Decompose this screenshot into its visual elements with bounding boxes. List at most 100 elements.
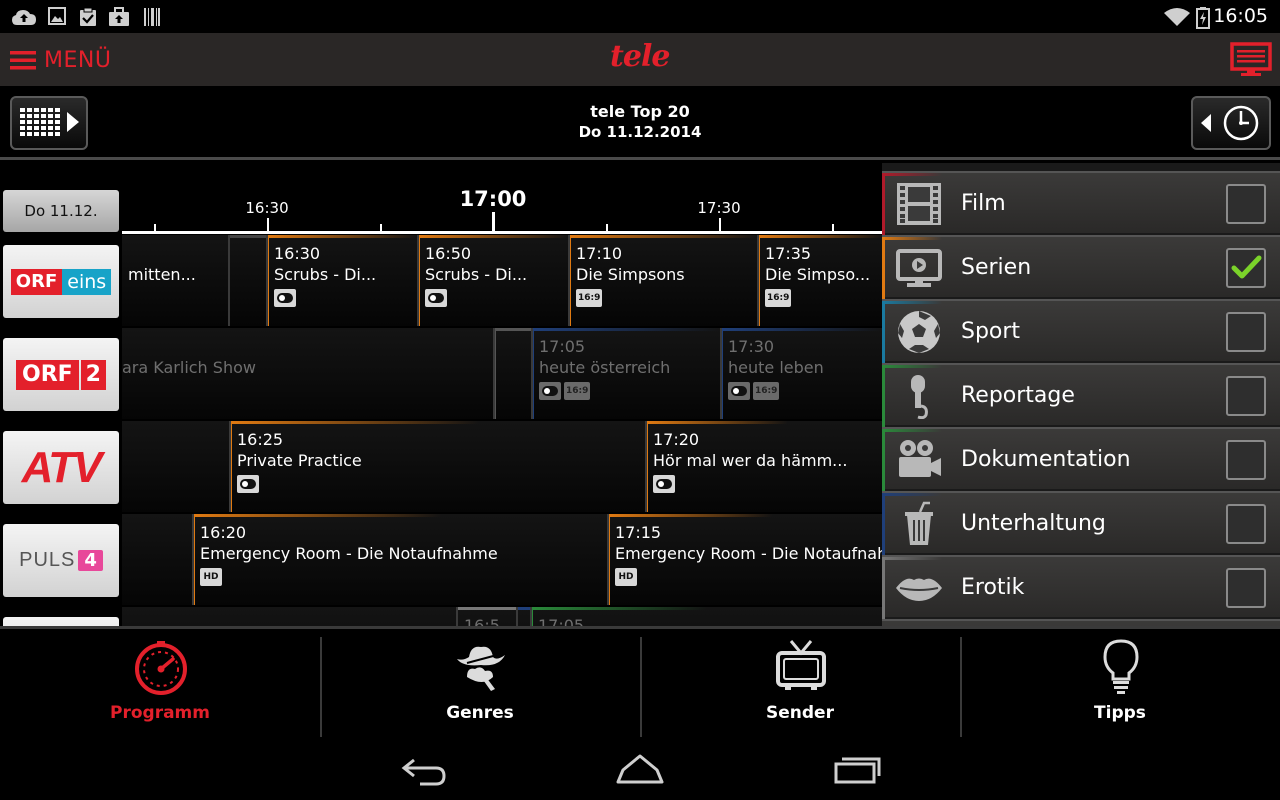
genre-checkbox[interactable] bbox=[1226, 440, 1266, 480]
program-cell[interactable] bbox=[493, 328, 531, 419]
program-accent bbox=[518, 607, 530, 610]
genre-item-reportage[interactable]: Reportage bbox=[882, 363, 1280, 427]
genre-item-erotik[interactable]: Erotik bbox=[882, 555, 1280, 619]
genre-label: Erotik bbox=[961, 575, 1025, 600]
genre-checkbox-checked[interactable] bbox=[1226, 248, 1266, 288]
app-logo: tele bbox=[610, 39, 670, 74]
program-cell[interactable] bbox=[228, 235, 266, 326]
channel-logo-orf-2[interactable]: ORF 2 bbox=[3, 338, 119, 411]
barcode-icon bbox=[144, 8, 160, 26]
program-cell[interactable] bbox=[516, 607, 530, 626]
program-time: 17:35 bbox=[765, 244, 812, 263]
program-cell[interactable]: 17:30 heute leben 16:9 bbox=[720, 328, 882, 419]
program-accent bbox=[268, 235, 417, 238]
program-cell[interactable]: 16:20 Emergency Room - Die Notaufnahme H… bbox=[192, 514, 607, 605]
page-title: tele Top 20 bbox=[590, 102, 690, 121]
program-accent bbox=[419, 235, 568, 238]
tab-programm[interactable]: Programm bbox=[0, 629, 320, 740]
vps-toggle-icon bbox=[539, 382, 561, 400]
timeline-label: 17:30 bbox=[697, 199, 741, 217]
channel-logo-atv[interactable]: ATV bbox=[3, 431, 119, 504]
program-title: heute leben bbox=[728, 358, 824, 377]
timeline-axis bbox=[122, 231, 882, 234]
date-chip[interactable]: Do 11.12. bbox=[3, 190, 119, 232]
recents-icon[interactable] bbox=[833, 752, 883, 786]
program-cell[interactable] bbox=[122, 514, 192, 605]
tab-genres[interactable]: Genres bbox=[320, 629, 640, 740]
channel-logo-right: eins bbox=[62, 268, 112, 295]
program-cell[interactable]: 17:05 bbox=[530, 607, 882, 626]
time-select-button[interactable] bbox=[1191, 96, 1271, 150]
clock-arrow-icon bbox=[1201, 105, 1259, 141]
genre-item-film[interactable]: Film bbox=[882, 171, 1280, 235]
genre-checkbox[interactable] bbox=[1226, 312, 1266, 352]
program-title: Scrubs - Di... bbox=[274, 265, 377, 284]
genre-item-sport[interactable]: Sport bbox=[882, 299, 1280, 363]
program-time: 17:15 bbox=[615, 523, 662, 542]
genre-checkbox[interactable] bbox=[1226, 504, 1266, 544]
schedule-header: tele Top 20 Do 11.12.2014 bbox=[0, 86, 1280, 160]
genre-accent bbox=[882, 557, 942, 560]
battery-icon bbox=[1196, 7, 1210, 29]
program-accent bbox=[194, 514, 607, 517]
genre-label: Reportage bbox=[961, 383, 1075, 408]
program-time: 17:05 bbox=[538, 616, 585, 626]
program-accent-side bbox=[609, 514, 610, 605]
cloud-upload-icon bbox=[12, 10, 36, 25]
program-cell[interactable]: 17:10 Die Simpsons 16:9 bbox=[568, 235, 757, 326]
genre-item-serien[interactable]: Serien bbox=[882, 235, 1280, 299]
channel-logo-partial[interactable] bbox=[3, 617, 119, 626]
genre-checkbox[interactable] bbox=[1226, 184, 1266, 224]
program-accent-side bbox=[533, 328, 534, 419]
tab-tipps[interactable]: Tipps bbox=[960, 629, 1280, 740]
genre-item-dokumentation[interactable]: Dokumentation bbox=[882, 427, 1280, 491]
channel-logo-left: ORF bbox=[16, 359, 79, 390]
program-cell[interactable]: 16:30 Scrubs - Di... bbox=[266, 235, 417, 326]
genre-accent bbox=[882, 493, 942, 496]
bottom-tab-bar: Programm Genres Sender Tipps bbox=[0, 626, 1280, 740]
vps-toggle-icon bbox=[425, 289, 447, 307]
gauge-icon bbox=[135, 641, 187, 695]
genre-accent bbox=[882, 429, 942, 432]
program-cell[interactable]: ara Karlich Show bbox=[122, 328, 493, 419]
tab-label: Tipps bbox=[1094, 703, 1146, 723]
tv-icon[interactable] bbox=[1230, 42, 1272, 78]
program-cell[interactable]: 16:50 Scrubs - Di... bbox=[417, 235, 568, 326]
tab-sender[interactable]: Sender bbox=[640, 629, 960, 740]
program-cell[interactable]: mitten... bbox=[122, 235, 228, 326]
program-cell[interactable] bbox=[122, 421, 229, 512]
back-icon[interactable] bbox=[400, 752, 448, 786]
genre-item-partial[interactable] bbox=[882, 619, 1280, 626]
genre-accent bbox=[882, 365, 885, 427]
genre-checkbox[interactable] bbox=[1226, 376, 1266, 416]
tab-label: Sender bbox=[766, 703, 834, 723]
home-icon[interactable] bbox=[615, 752, 665, 786]
program-cell[interactable] bbox=[122, 607, 456, 626]
program-cell[interactable]: 17:05 heute österreich 16:9 bbox=[531, 328, 720, 419]
channel-logo-orf-eins[interactable]: ORF eins bbox=[3, 245, 119, 318]
program-accent-side bbox=[647, 421, 648, 512]
genre-item-unterhaltung[interactable]: Unterhaltung bbox=[882, 491, 1280, 555]
program-accent-side bbox=[722, 328, 723, 419]
menu-label: MENÜ bbox=[44, 47, 112, 73]
program-time: 17:20 bbox=[653, 430, 700, 449]
timeline-tick bbox=[719, 218, 721, 232]
menu-button[interactable]: MENÜ bbox=[10, 45, 111, 75]
genre-filter-panel: Film Serien Sport Reportage Dokumentatio… bbox=[882, 163, 1280, 626]
channel-logo-puls-4[interactable]: PULS 4 bbox=[3, 524, 119, 597]
program-cell[interactable]: 17:15 Emergency Room - Die Notaufnahme H… bbox=[607, 514, 882, 605]
genre-accent bbox=[882, 237, 885, 299]
genre-label: Dokumentation bbox=[961, 447, 1131, 472]
timeline-tick bbox=[267, 218, 269, 232]
program-row-orf-eins: mitten... 16:30 Scrubs - Di... 16:50 Scr… bbox=[122, 235, 882, 326]
genre-label: Serien bbox=[961, 255, 1032, 280]
timeline[interactable]: 16:30 17:00 17:30 bbox=[122, 163, 882, 235]
program-cell[interactable]: 17:20 Hör mal wer da hämm... bbox=[645, 421, 882, 512]
aspect-badge: 16:9 bbox=[765, 289, 792, 307]
genre-checkbox[interactable] bbox=[1226, 568, 1266, 608]
wifi-icon bbox=[1164, 8, 1190, 26]
program-cell[interactable]: 16:25 Private Practice bbox=[229, 421, 645, 512]
program-cell[interactable]: 16:5 bbox=[456, 607, 516, 626]
program-cell[interactable]: 17:35 Die Simpso... 16:9 bbox=[757, 235, 882, 326]
program-accent bbox=[532, 607, 882, 610]
